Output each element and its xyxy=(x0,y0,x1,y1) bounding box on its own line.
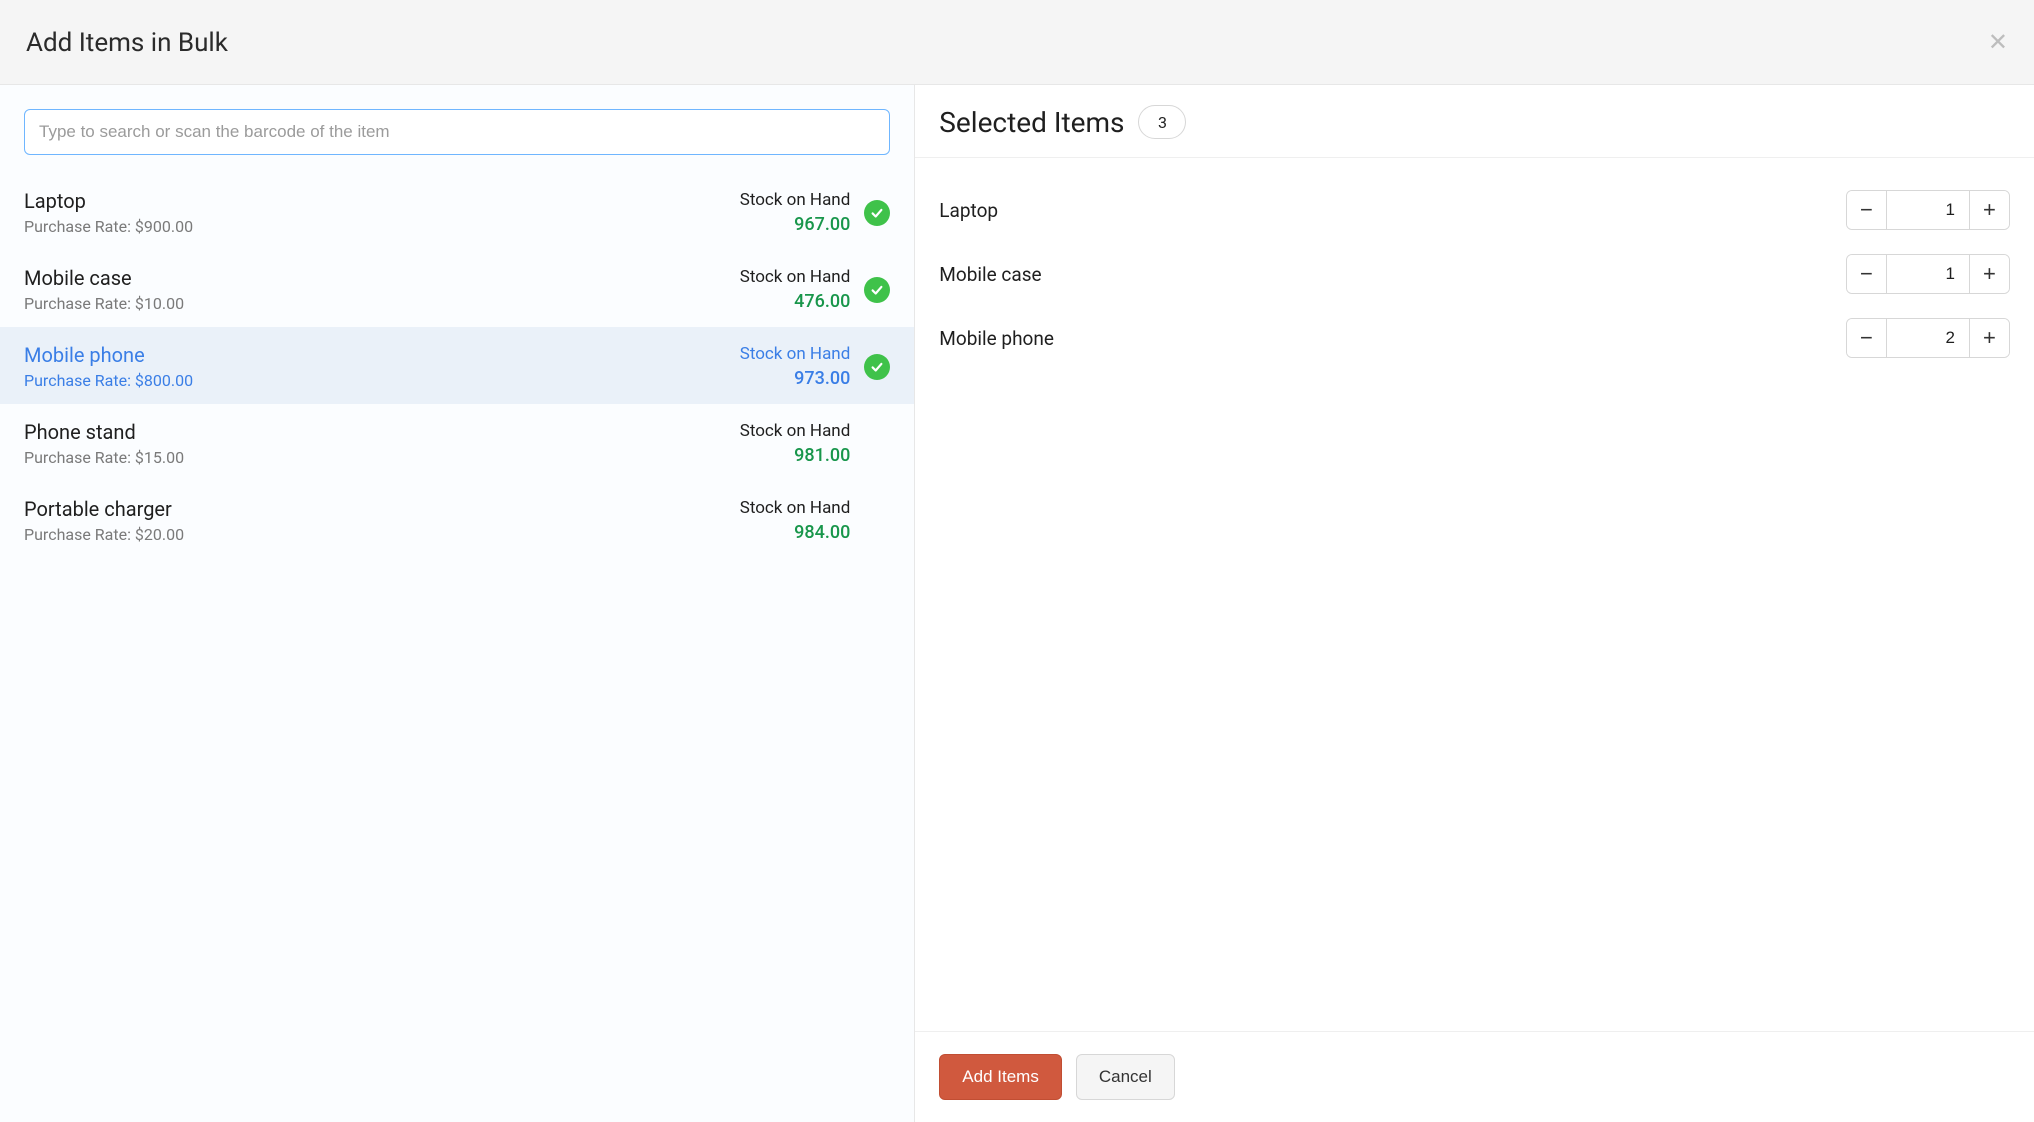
item-main: Laptop Purchase Rate: $900.00 xyxy=(24,189,740,236)
check-placeholder xyxy=(864,508,890,534)
check-placeholder xyxy=(864,431,890,457)
stock-block: Stock on Hand 981.00 xyxy=(740,421,851,466)
stock-block: Stock on Hand 967.00 xyxy=(740,190,851,235)
selected-list: Laptop−+Mobile case−+Mobile phone−+ xyxy=(915,158,2034,1031)
increment-button[interactable]: + xyxy=(1969,255,2009,293)
check-icon xyxy=(864,354,890,380)
check-icon xyxy=(864,277,890,303)
modal-title: Add Items in Bulk xyxy=(26,28,228,58)
item-name: Mobile phone xyxy=(24,343,740,367)
selected-items-pane: Selected Items 3 Laptop−+Mobile case−+Mo… xyxy=(915,85,2034,1122)
stock-on-hand-value: 981.00 xyxy=(740,445,851,466)
stock-on-hand-value: 984.00 xyxy=(740,522,851,543)
selected-row: Mobile phone−+ xyxy=(939,306,2010,370)
selected-item-name: Mobile case xyxy=(939,263,1041,286)
cancel-button[interactable]: Cancel xyxy=(1076,1054,1175,1100)
selected-row: Mobile case−+ xyxy=(939,242,2010,306)
decrement-button[interactable]: − xyxy=(1847,255,1887,293)
stock-block: Stock on Hand 476.00 xyxy=(740,267,851,312)
item-main: Phone stand Purchase Rate: $15.00 xyxy=(24,420,740,467)
stock-block: Stock on Hand 973.00 xyxy=(740,344,851,389)
item-row[interactable]: Mobile phone Purchase Rate: $800.00Stock … xyxy=(0,327,914,404)
quantity-input[interactable] xyxy=(1887,191,1969,229)
increment-button[interactable]: + xyxy=(1969,319,2009,357)
selected-title: Selected Items xyxy=(939,106,1124,139)
stock-on-hand-label: Stock on Hand xyxy=(740,344,851,364)
selected-header: Selected Items 3 xyxy=(915,85,2034,158)
available-items-pane: LaptopPurchase Rate: $900.00Stock on Han… xyxy=(0,85,915,1122)
item-main: Portable charger Purchase Rate: $20.00 xyxy=(24,497,740,544)
stock-on-hand-label: Stock on Hand xyxy=(740,190,851,210)
item-row[interactable]: Laptop Purchase Rate: $900.00Stock on Han… xyxy=(0,173,914,250)
item-purchase-rate: Purchase Rate: $10.00 xyxy=(24,294,740,313)
stock-on-hand-label: Stock on Hand xyxy=(740,498,851,518)
stock-on-hand-label: Stock on Hand xyxy=(740,421,851,441)
selected-item-name: Laptop xyxy=(939,199,998,222)
check-icon xyxy=(864,200,890,226)
item-row[interactable]: Mobile case Purchase Rate: $10.00Stock on… xyxy=(0,250,914,327)
search-input[interactable] xyxy=(24,109,890,155)
item-purchase-rate: Purchase Rate: $800.00 xyxy=(24,371,740,390)
item-purchase-rate: Purchase Rate: $20.00 xyxy=(24,525,740,544)
item-row[interactable]: Phone stand Purchase Rate: $15.00Stock on… xyxy=(0,404,914,481)
stock-on-hand-value: 476.00 xyxy=(740,291,851,312)
increment-button[interactable]: + xyxy=(1969,191,2009,229)
item-list: LaptopPurchase Rate: $900.00Stock on Han… xyxy=(0,173,914,1122)
modal-body: LaptopPurchase Rate: $900.00Stock on Han… xyxy=(0,85,2034,1122)
quantity-input[interactable] xyxy=(1887,319,1969,357)
add-items-modal: Add Items in Bulk ✕ Laptop Purchase Rate:… xyxy=(0,0,2034,1122)
stock-on-hand-value: 967.00 xyxy=(740,214,851,235)
quantity-stepper: −+ xyxy=(1846,254,2010,294)
stock-on-hand-value: 973.00 xyxy=(740,368,851,389)
quantity-stepper: −+ xyxy=(1846,190,2010,230)
decrement-button[interactable]: − xyxy=(1847,191,1887,229)
item-purchase-rate: Purchase Rate: $15.00 xyxy=(24,448,740,467)
close-icon[interactable]: ✕ xyxy=(1988,31,2008,55)
decrement-button[interactable]: − xyxy=(1847,319,1887,357)
item-name: Laptop xyxy=(24,189,740,213)
selected-item-name: Mobile phone xyxy=(939,327,1054,350)
item-name: Portable charger xyxy=(24,497,740,521)
search-wrap xyxy=(0,109,914,173)
quantity-input[interactable] xyxy=(1887,255,1969,293)
quantity-stepper: −+ xyxy=(1846,318,2010,358)
modal-footer: Add Items Cancel xyxy=(915,1031,2034,1122)
item-purchase-rate: Purchase Rate: $900.00 xyxy=(24,217,740,236)
item-main: Mobile case Purchase Rate: $10.00 xyxy=(24,266,740,313)
stock-block: Stock on Hand 984.00 xyxy=(740,498,851,543)
item-row[interactable]: Portable charger Purchase Rate: $20.00Sto… xyxy=(0,481,914,558)
modal-header: Add Items in Bulk ✕ xyxy=(0,0,2034,85)
selected-count-badge: 3 xyxy=(1138,105,1186,139)
selected-row: Laptop−+ xyxy=(939,178,2010,242)
stock-on-hand-label: Stock on Hand xyxy=(740,267,851,287)
item-name: Mobile case xyxy=(24,266,740,290)
item-name: Phone stand xyxy=(24,420,740,444)
item-main: Mobile phone Purchase Rate: $800.00 xyxy=(24,343,740,390)
add-items-button[interactable]: Add Items xyxy=(939,1054,1062,1100)
